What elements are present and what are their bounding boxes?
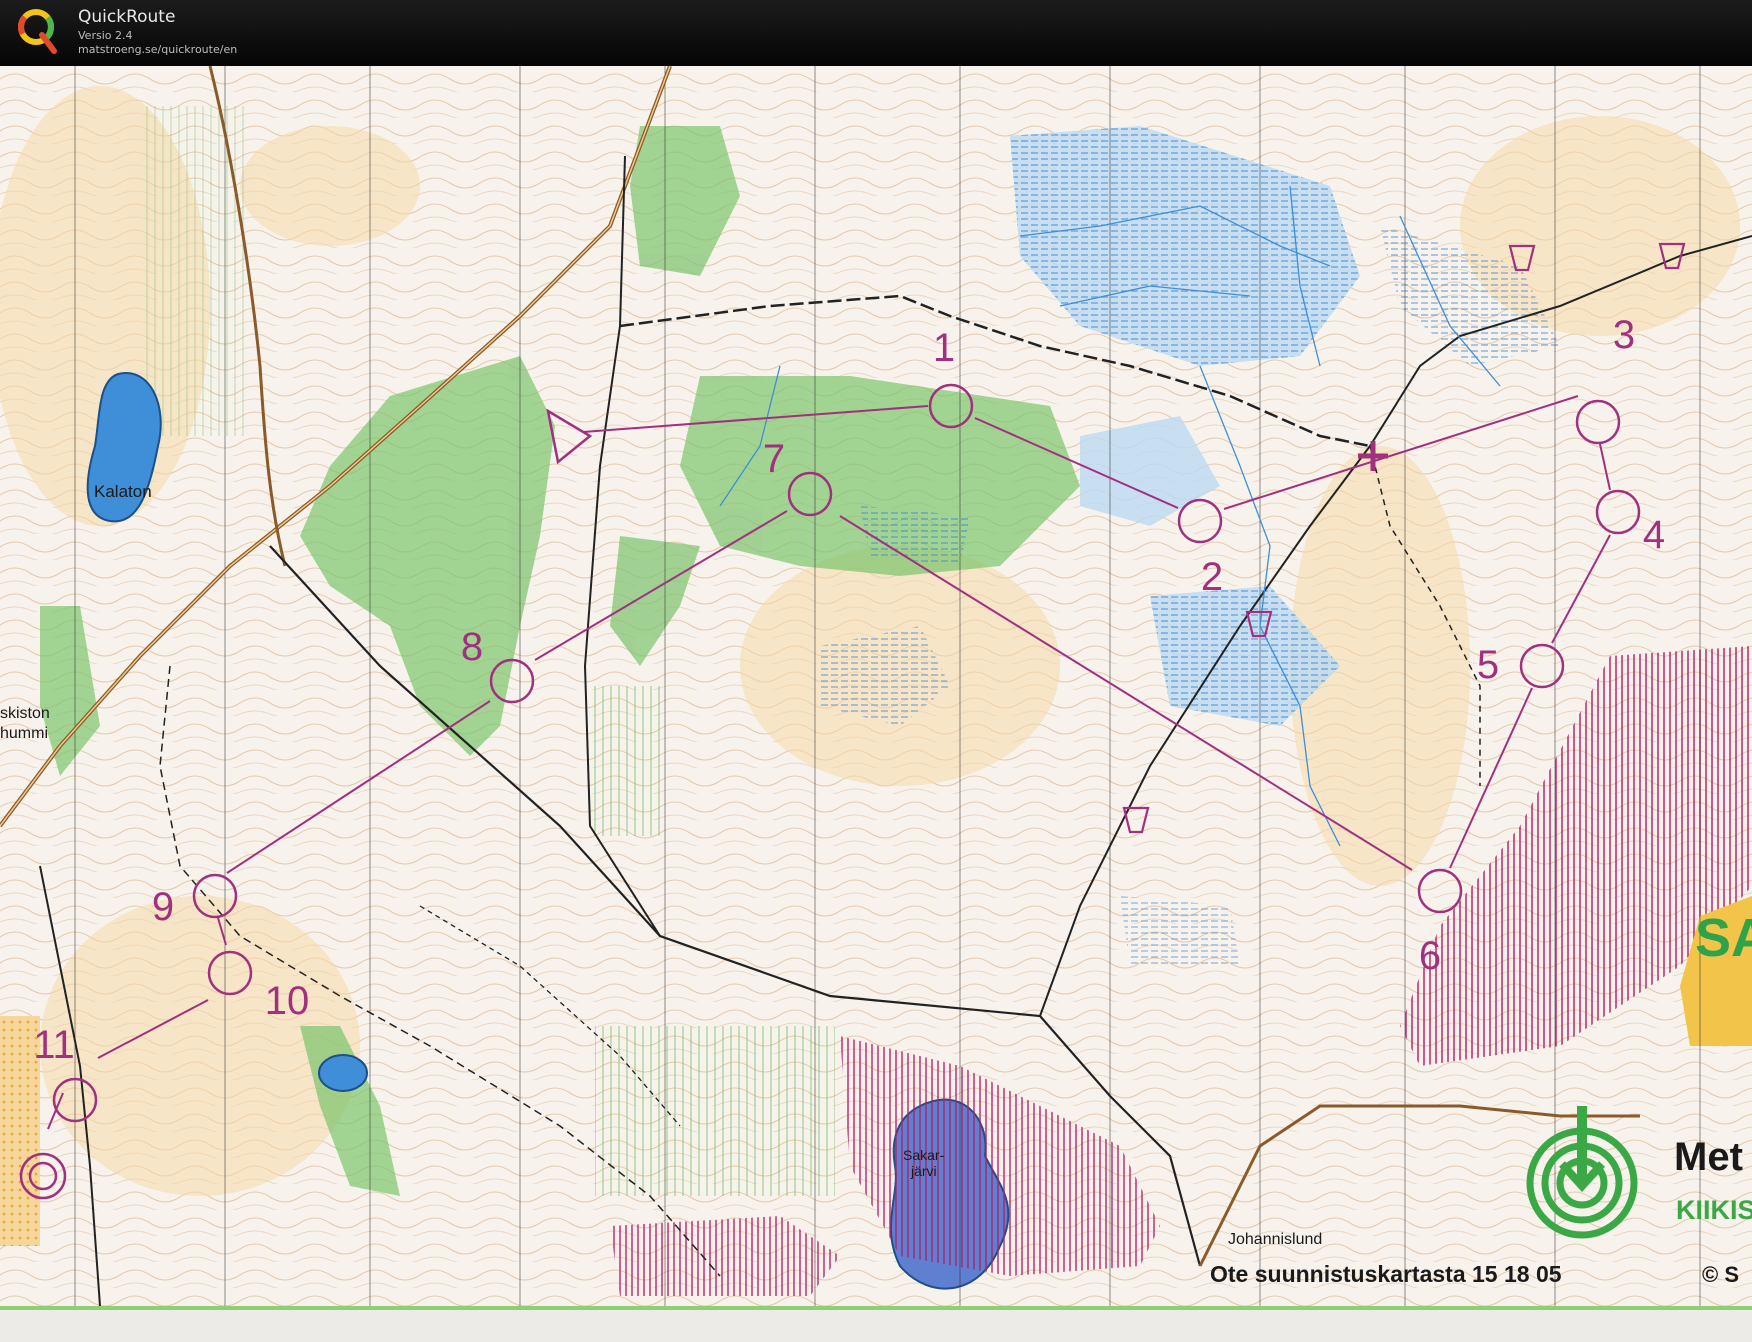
- brand-text: Met: [1674, 1135, 1743, 1179]
- place-name-sakarjarvi: järvi: [910, 1163, 937, 1179]
- control-number: 3: [1613, 313, 1635, 357]
- map-caption: Ote suunnistuskartasta 15 18 05: [1210, 1261, 1562, 1287]
- green-stripe-area-2: [590, 686, 660, 836]
- quickroute-window: QuickRoute Versio 2.4 matstroeng.se/quic…: [0, 0, 1752, 1342]
- orienteering-map[interactable]: 1 2 3 4 5 6 7 8 9 10 11 Kalaton skiston …: [0, 66, 1752, 1342]
- app-url[interactable]: matstroeng.se/quickroute/en: [78, 43, 237, 56]
- control-number: 8: [461, 625, 483, 669]
- control-number: 1: [933, 326, 955, 370]
- control-number: 7: [763, 437, 785, 481]
- app-title: QuickRoute: [78, 7, 176, 27]
- place-name-hummi: hummi: [0, 725, 48, 742]
- map-bottom-border: [0, 1306, 1752, 1310]
- copyright-text: © S: [1702, 1262, 1739, 1287]
- place-name-kiskiston: skiston: [0, 705, 50, 722]
- place-name-johannislund: Johannislund: [1228, 1231, 1322, 1248]
- control-number: 6: [1419, 934, 1441, 978]
- control-number: 5: [1477, 643, 1499, 687]
- map-bottom-margin: [0, 1310, 1752, 1342]
- place-name-sa: SA: [1695, 908, 1752, 968]
- quickroute-logo-icon: [18, 9, 57, 54]
- place-name-kalaton: Kalaton: [94, 482, 152, 501]
- control-number: 2: [1201, 555, 1223, 599]
- control-number: 11: [33, 1023, 75, 1067]
- brand-subtitle: KIIKIS: [1676, 1195, 1752, 1225]
- place-name-sakarjarvi: Sakar-: [903, 1147, 945, 1163]
- green-stripe-area-3: [140, 106, 250, 436]
- small-pond: [318, 1054, 368, 1092]
- title-bar: QuickRoute Versio 2.4 matstroeng.se/quic…: [0, 0, 1752, 67]
- control-number: 9: [152, 885, 174, 929]
- app-version: Versio 2.4: [78, 29, 133, 42]
- control-number: 10: [265, 979, 310, 1023]
- control-number: 4: [1643, 513, 1665, 557]
- green-stripe-area: [595, 1026, 835, 1196]
- map-canvas[interactable]: 1 2 3 4 5 6 7 8 9 10 11 Kalaton skiston …: [0, 66, 1752, 1342]
